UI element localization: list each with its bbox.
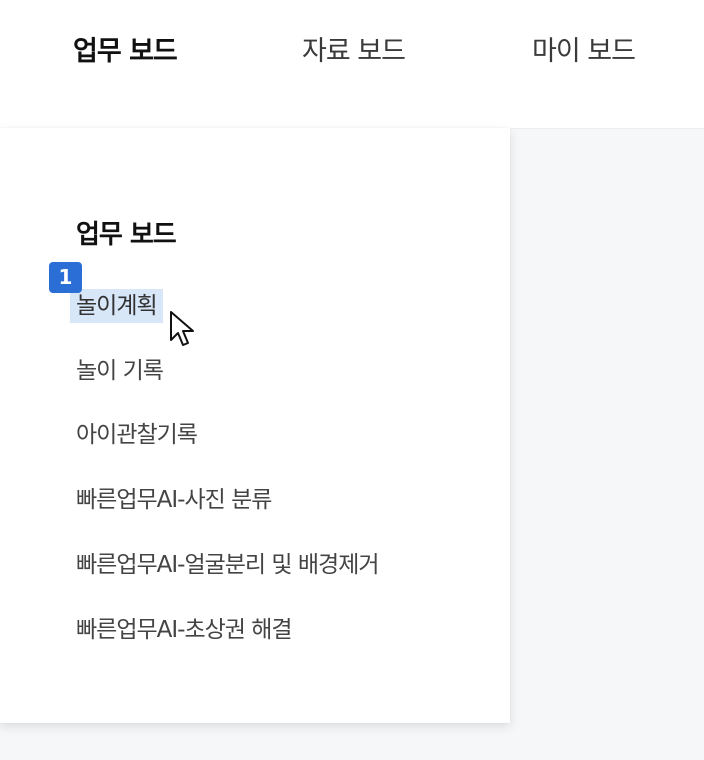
tab-my-board[interactable]: 마이 보드 bbox=[532, 32, 636, 72]
menu-item-play-record[interactable]: 놀이 기록 bbox=[76, 354, 164, 388]
menu-item-ai-face-bg-removal[interactable]: 빠른업무AI-얼굴분리 및 배경제거 bbox=[76, 548, 380, 582]
menu-item-ai-photo-classify[interactable]: 빠른업무AI-사진 분류 bbox=[76, 483, 272, 517]
menu-item-child-observation[interactable]: 아이관찰기록 bbox=[76, 418, 198, 452]
dropdown-title: 업무 보드 bbox=[76, 220, 177, 250]
menu-item-play-plan[interactable]: 놀이계획 bbox=[70, 289, 163, 323]
tab-resource-board[interactable]: 자료 보드 bbox=[302, 32, 406, 72]
mouse-pointer-icon bbox=[170, 311, 194, 346]
top-navigation: 업무 보드 자료 보드 마이 보드 bbox=[0, 0, 704, 128]
menu-item-ai-portrait-rights[interactable]: 빠른업무AI-초상권 해결 bbox=[76, 613, 293, 647]
tab-work-board[interactable]: 업무 보드 bbox=[73, 32, 178, 72]
annotation-badge: 1 bbox=[49, 262, 82, 293]
work-board-dropdown: 업무 보드 놀이계획 놀이 기록 아이관찰기록 빠른업무AI-사진 분류 빠른업… bbox=[0, 128, 510, 723]
